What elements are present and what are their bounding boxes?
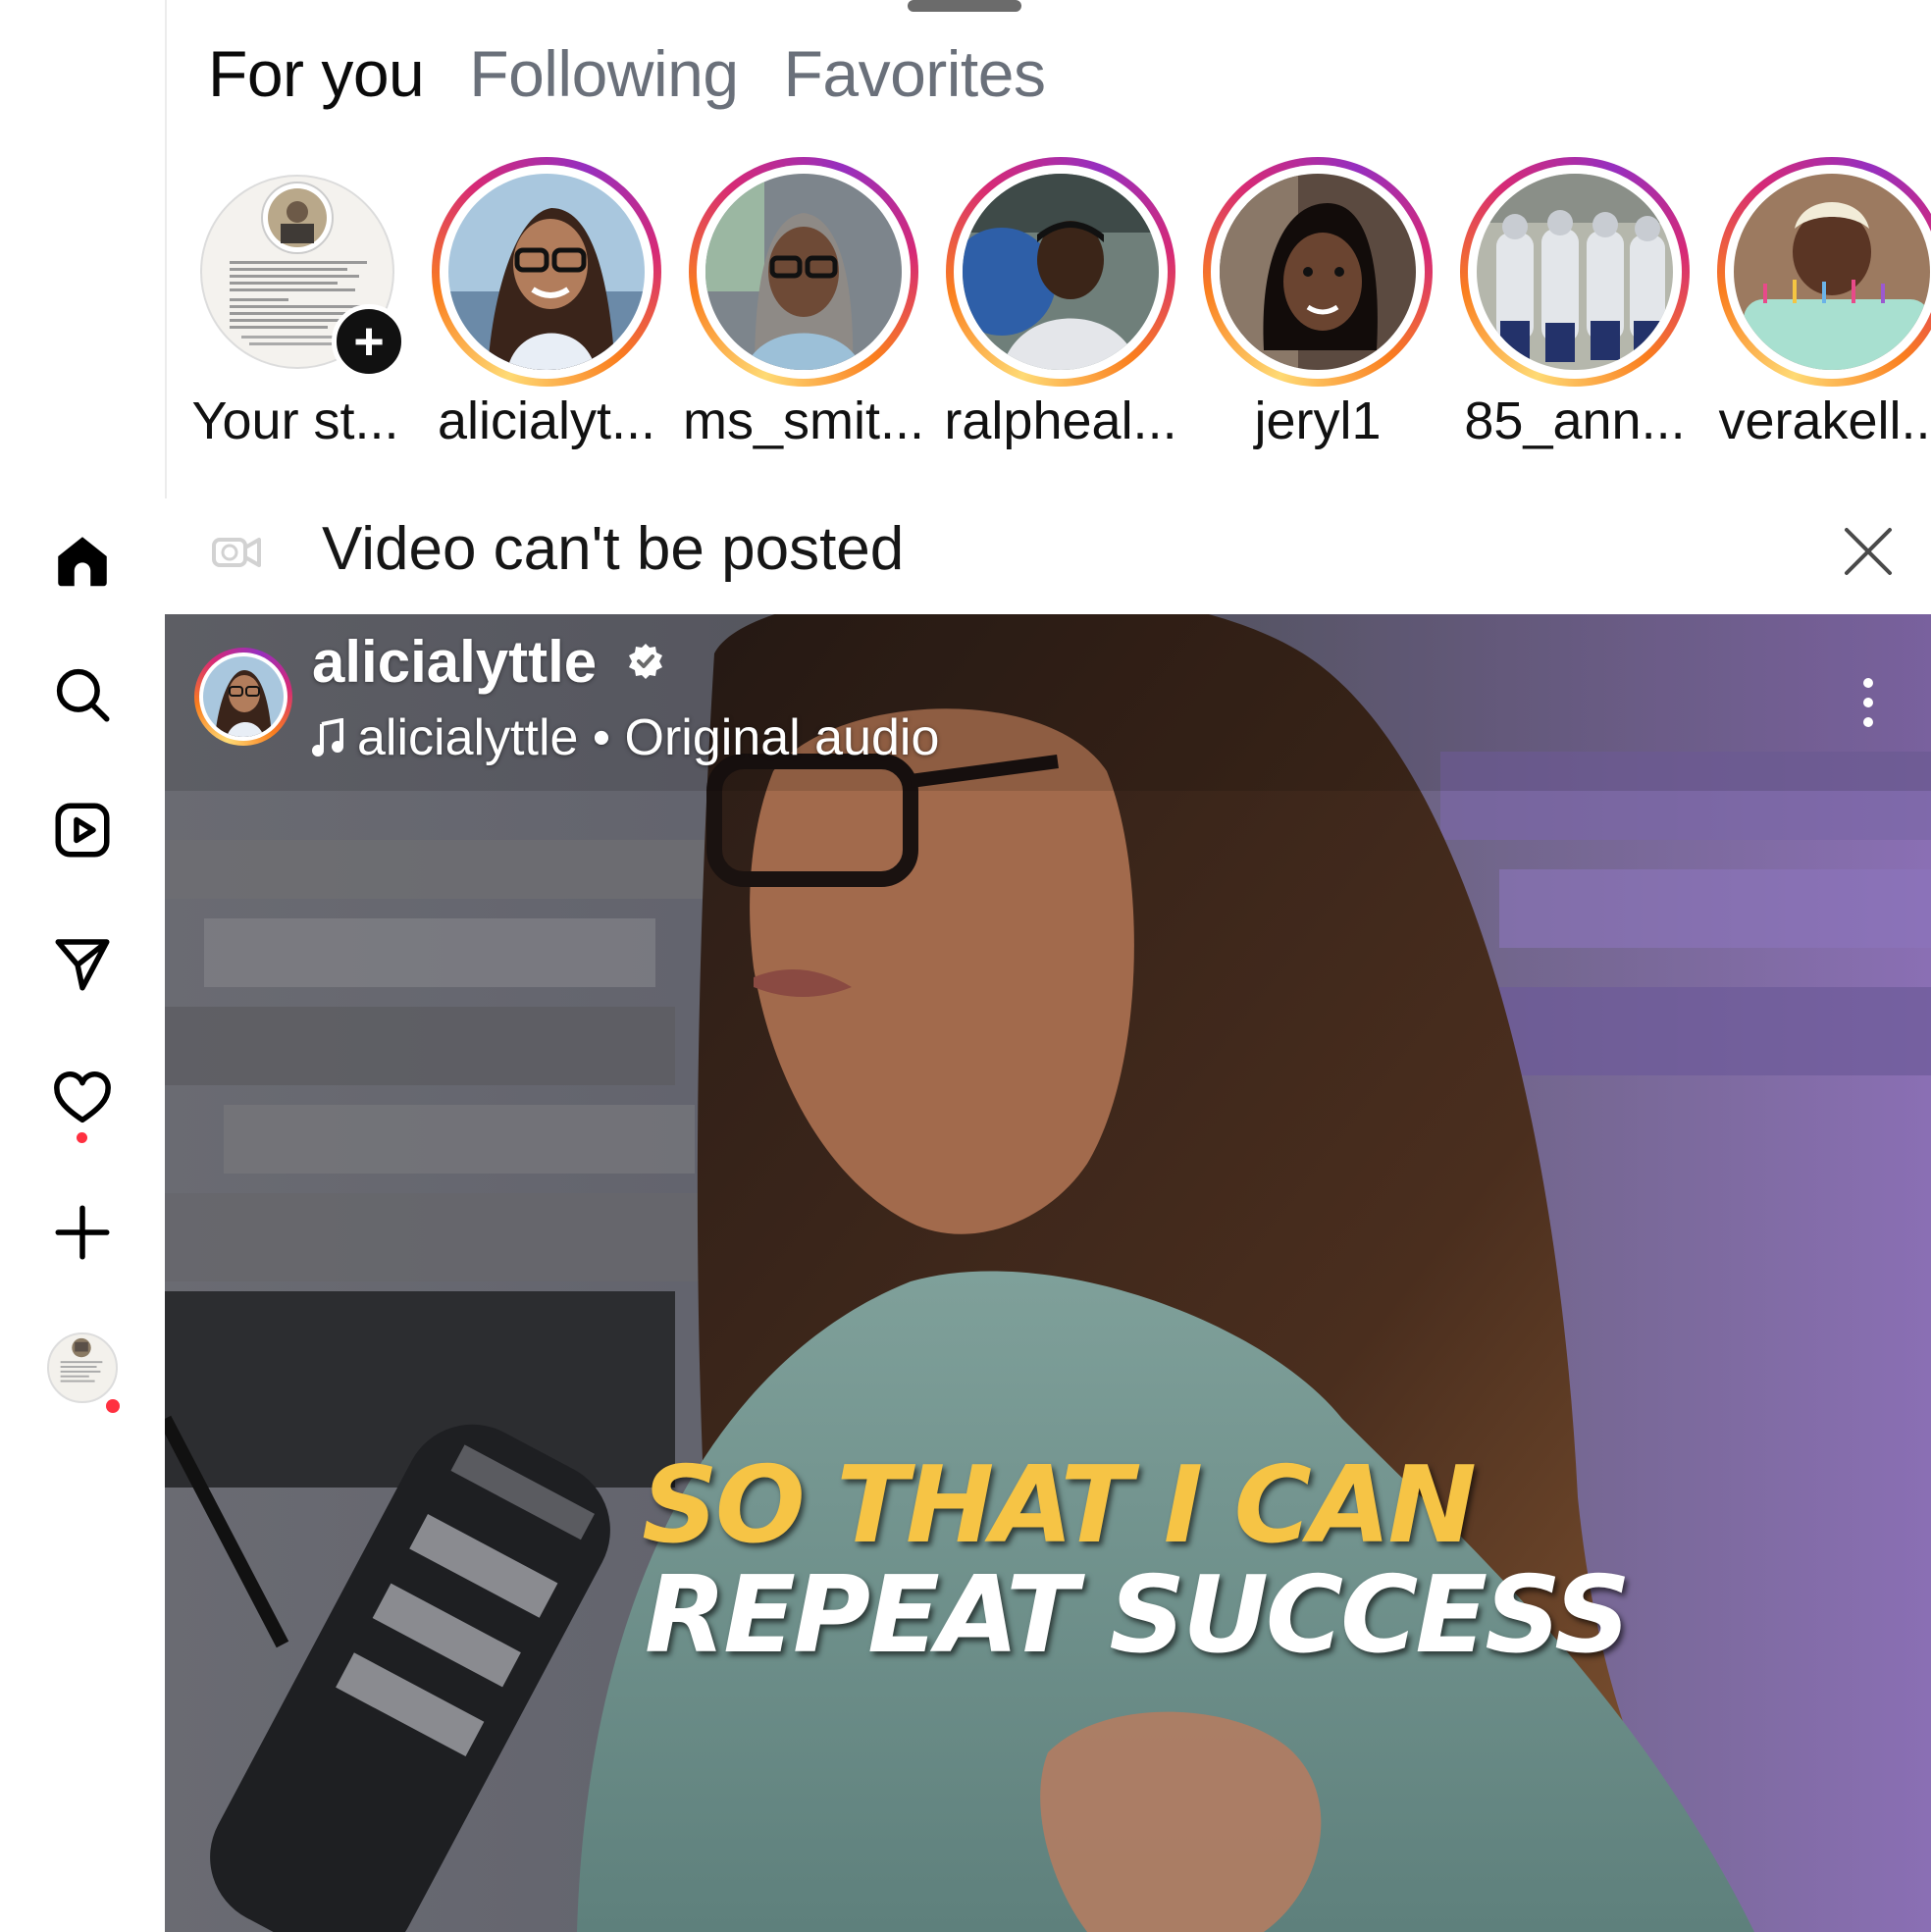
profile-button[interactable] — [39, 1325, 126, 1413]
create-button[interactable] — [39, 1189, 126, 1276]
verified-badge-icon — [629, 644, 662, 679]
audio-label: alicialyttle • Original audio — [357, 709, 940, 766]
more-options-icon[interactable] — [1849, 673, 1888, 732]
profile-avatar — [47, 1332, 118, 1403]
story-ralpheal[interactable]: ralpheal... — [916, 157, 1177, 471]
video-caption-line-2: REPEAT SUCCESS — [645, 1554, 1631, 1677]
story-your-story[interactable]: + Your st... — [165, 157, 420, 471]
reels-button[interactable] — [39, 787, 126, 873]
app-root: For you Following Favorites + Your st...… — [0, 0, 1931, 1932]
story-verakelly[interactable]: verakell... — [1688, 157, 1931, 471]
home-icon — [58, 537, 107, 587]
reel-video-player[interactable]: alicialyttle alicialyttle • Original aud… — [165, 614, 1931, 1932]
story-label: ms_smit... — [682, 392, 924, 450]
story-label: 85_ann... — [1464, 392, 1686, 450]
story-label: verakell... — [1718, 392, 1931, 450]
drag-handle[interactable] — [908, 0, 1021, 12]
heart-icon — [54, 1071, 111, 1123]
story-85-ann[interactable]: 85_ann... — [1431, 157, 1690, 471]
story-avatar — [963, 174, 1159, 370]
notifications-button[interactable] — [39, 1054, 126, 1143]
story-avatar — [448, 174, 645, 370]
music-note-icon — [312, 718, 343, 757]
story-ring — [1460, 157, 1690, 387]
story-ring — [1717, 157, 1931, 387]
add-story-plus-icon[interactable]: + — [332, 304, 406, 379]
search-icon — [56, 668, 110, 722]
story-avatar — [1734, 174, 1930, 370]
video-frame-image — [165, 614, 1931, 1932]
story-jeryl1[interactable]: jeryl1 — [1174, 157, 1433, 471]
messages-icon — [55, 939, 110, 991]
search-button[interactable] — [39, 652, 126, 738]
story-label: ralpheal... — [944, 392, 1177, 450]
story-label: alicialyt... — [437, 392, 656, 450]
tab-following[interactable]: Following — [469, 36, 739, 111]
tab-favorites[interactable]: Favorites — [784, 36, 1046, 111]
close-icon[interactable] — [1833, 516, 1904, 587]
notice-text: Video can't be posted — [322, 515, 905, 583]
tab-for-you[interactable]: For you — [208, 36, 425, 111]
story-label: jeryl1 — [1254, 392, 1382, 450]
story-ring — [1203, 157, 1433, 387]
audio-info[interactable]: alicialyttle • Original audio — [312, 708, 939, 767]
story-ring — [432, 157, 661, 387]
video-camera-icon — [212, 538, 261, 567]
messages-button[interactable] — [39, 920, 126, 1007]
story-label: Your st... — [191, 392, 399, 450]
reels-icon — [55, 803, 110, 858]
plus-icon — [55, 1205, 110, 1260]
left-sidebar — [0, 0, 167, 1932]
profile-notification-dot — [106, 1399, 120, 1413]
story-avatar — [705, 174, 902, 370]
story-avatar — [1220, 174, 1416, 370]
story-ring — [946, 157, 1175, 387]
post-username[interactable]: alicialyttle — [312, 628, 597, 696]
upload-error-notice: Video can't be posted — [165, 498, 1931, 614]
notification-dot — [77, 1132, 87, 1143]
feed-tabs: For you Following Favorites — [208, 29, 1046, 118]
story-avatar — [1477, 174, 1673, 370]
post-header: alicialyttle alicialyttle • Original aud… — [165, 614, 1931, 766]
video-caption-line-1: SO THAT I CAN — [642, 1444, 1477, 1567]
story-alicialyttle[interactable]: alicialyt... — [402, 157, 661, 471]
story-ms-smith[interactable]: ms_smit... — [659, 157, 924, 471]
home-button[interactable] — [39, 518, 126, 604]
stories-tray: + Your st... alicialyt... ms_smit... ral… — [165, 157, 1931, 471]
post-author-avatar[interactable] — [194, 648, 292, 746]
story-ring — [689, 157, 918, 387]
